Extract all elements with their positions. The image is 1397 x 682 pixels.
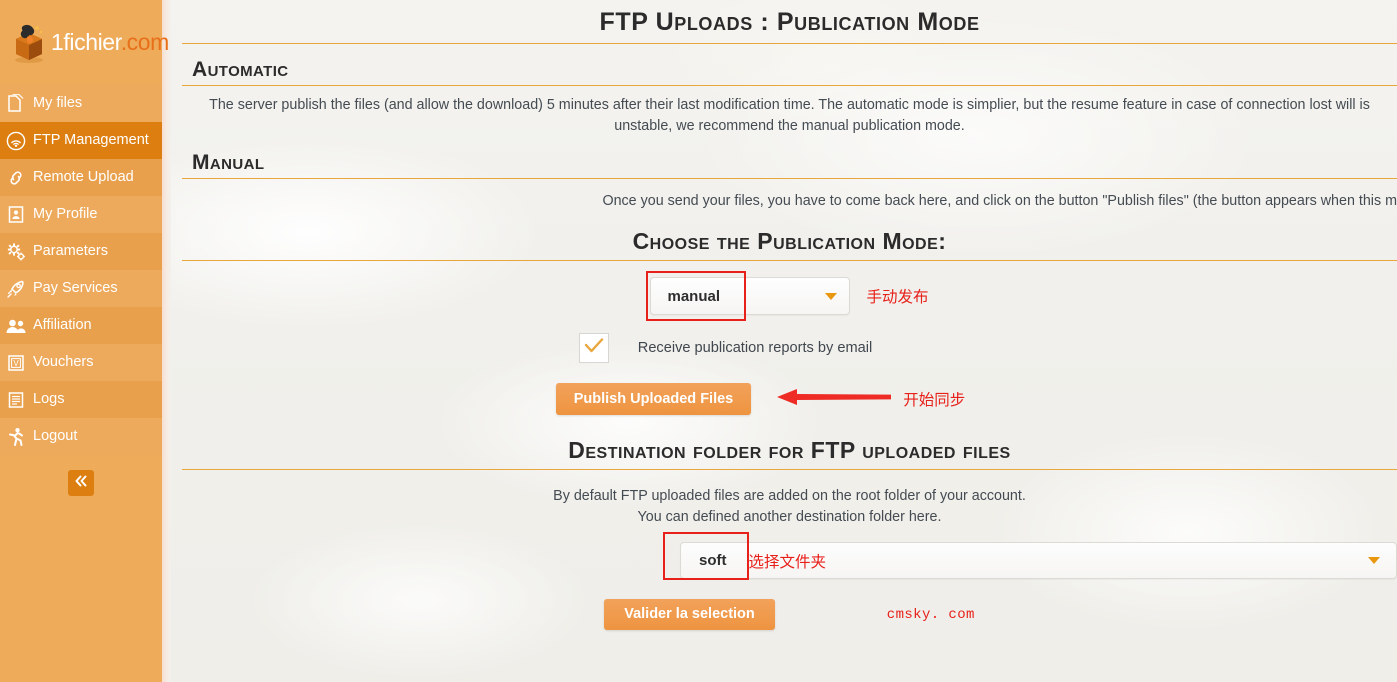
sidebar-item-my-files[interactable]: My files xyxy=(0,85,162,122)
voucher-icon: V xyxy=(4,352,28,374)
svg-text:V: V xyxy=(13,359,19,368)
sidebar-item-remote-upload[interactable]: Remote Upload xyxy=(0,159,162,196)
people-icon xyxy=(4,315,28,337)
sidebar-item-logs[interactable]: Logs xyxy=(0,381,162,418)
destination-heading: Destination folder for FTP uploaded file… xyxy=(568,437,1011,463)
sidebar: 1fichier.com My files FTP Management Rem… xyxy=(0,0,169,682)
sidebar-item-label: Vouchers xyxy=(33,354,94,371)
double-chevron-left-icon xyxy=(73,474,89,493)
email-reports-row: Receive publication reports by email xyxy=(182,315,1397,363)
sidebar-item-label: My files xyxy=(33,95,83,112)
destination-folder-select[interactable]: soft 选择文件夹 xyxy=(680,542,1397,579)
sidebar-item-logout[interactable]: Logout xyxy=(0,418,162,455)
sidebar-item-parameters[interactable]: Parameters xyxy=(0,233,162,270)
footer-row: Valider la selection cmsky. com xyxy=(182,579,1397,630)
sidebar-item-label: Pay Services xyxy=(33,280,118,297)
publication-mode-row: manual 手动发布 xyxy=(182,261,1397,321)
rocket-icon xyxy=(4,278,28,300)
section-heading-manual: Manual xyxy=(192,151,265,174)
sidebar-edge-strip xyxy=(162,0,171,682)
logo-text: 1fichier.com xyxy=(51,29,169,56)
sidebar-item-label: My Profile xyxy=(33,206,98,223)
destination-select-row: soft 选择文件夹 xyxy=(182,532,1397,580)
ftp-wifi-icon xyxy=(4,130,28,152)
destination-folder-value: soft xyxy=(699,552,727,569)
destination-text-line1: By default FTP uploaded files are added … xyxy=(553,488,1026,504)
sidebar-item-label: Parameters xyxy=(33,243,108,260)
email-reports-group: Receive publication reports by email xyxy=(578,333,873,363)
sidebar-item-ftp-management[interactable]: FTP Management xyxy=(0,122,162,159)
section-heading-automatic: Automatic xyxy=(192,58,289,81)
destination-folder-annotation: 选择文件夹 xyxy=(748,552,827,571)
app-root: 1fichier.com My files FTP Management Rem… xyxy=(0,0,1397,682)
link-icon xyxy=(4,167,28,189)
logo-tld: .com xyxy=(120,29,170,55)
publish-button-row: Publish Uploaded Files 开始同步 xyxy=(182,363,1397,415)
list-icon xyxy=(4,389,28,411)
publish-annotation-group: 开始同步 xyxy=(775,386,965,413)
running-person-icon xyxy=(4,426,28,448)
sidebar-item-my-profile[interactable]: My Profile xyxy=(0,196,162,233)
sidebar-collapse-button[interactable] xyxy=(68,470,94,496)
sidebar-item-label: Logout xyxy=(33,428,78,445)
validate-selection-button[interactable]: Valider la selection xyxy=(604,599,775,630)
email-reports-checkbox[interactable] xyxy=(578,333,609,363)
sidebar-filler xyxy=(0,511,162,682)
main-content: FTP Uploads : Publication Mode Automatic… xyxy=(162,0,1397,682)
publication-mode-select[interactable]: manual xyxy=(650,277,851,315)
publish-annotation: 开始同步 xyxy=(903,391,966,409)
publish-button-group: Publish Uploaded Files 开始同步 xyxy=(555,383,965,415)
choose-mode-heading: Choose the Publication Mode: xyxy=(632,228,947,254)
publication-mode-value: manual xyxy=(667,287,720,305)
sidebar-item-affiliation[interactable]: Affiliation xyxy=(0,307,162,344)
page-title: FTP Uploads : Publication Mode xyxy=(599,8,980,36)
sidebar-item-vouchers[interactable]: V Vouchers xyxy=(0,344,162,381)
automatic-description: The server publish the files (and allow … xyxy=(209,97,1370,134)
sidebar-nav: My files FTP Management Remote Upload My… xyxy=(0,85,162,455)
files-icon xyxy=(4,93,28,115)
sidebar-item-label: Affiliation xyxy=(33,317,92,334)
publication-mode-annotation: 手动发布 xyxy=(866,288,929,306)
email-reports-label: Receive publication reports by email xyxy=(637,340,873,356)
logo-box-icon xyxy=(8,21,50,65)
chevron-down-icon xyxy=(1368,557,1380,564)
logo[interactable]: 1fichier.com xyxy=(0,0,169,85)
destination-text-line2: You can defined another destination fold… xyxy=(637,509,942,525)
sidebar-item-pay-services[interactable]: Pay Services xyxy=(0,270,162,307)
watermark: cmsky. com xyxy=(886,606,975,623)
sidebar-collapse-area xyxy=(0,455,162,511)
profile-card-icon xyxy=(4,204,28,226)
publish-uploaded-files-button[interactable]: Publish Uploaded Files xyxy=(555,383,752,415)
manual-description: Once you send your files, you have to co… xyxy=(602,193,1397,209)
gears-icon xyxy=(4,241,28,263)
logo-name: 1fichier xyxy=(51,29,121,55)
checkmark-icon xyxy=(584,337,604,359)
publication-mode-select-wrap: manual xyxy=(646,271,851,321)
sidebar-item-label: FTP Management xyxy=(33,132,149,149)
arrow-left-icon xyxy=(775,386,893,413)
chevron-down-icon xyxy=(825,292,838,300)
sidebar-item-label: Remote Upload xyxy=(33,169,134,186)
sidebar-item-label: Logs xyxy=(33,391,65,408)
